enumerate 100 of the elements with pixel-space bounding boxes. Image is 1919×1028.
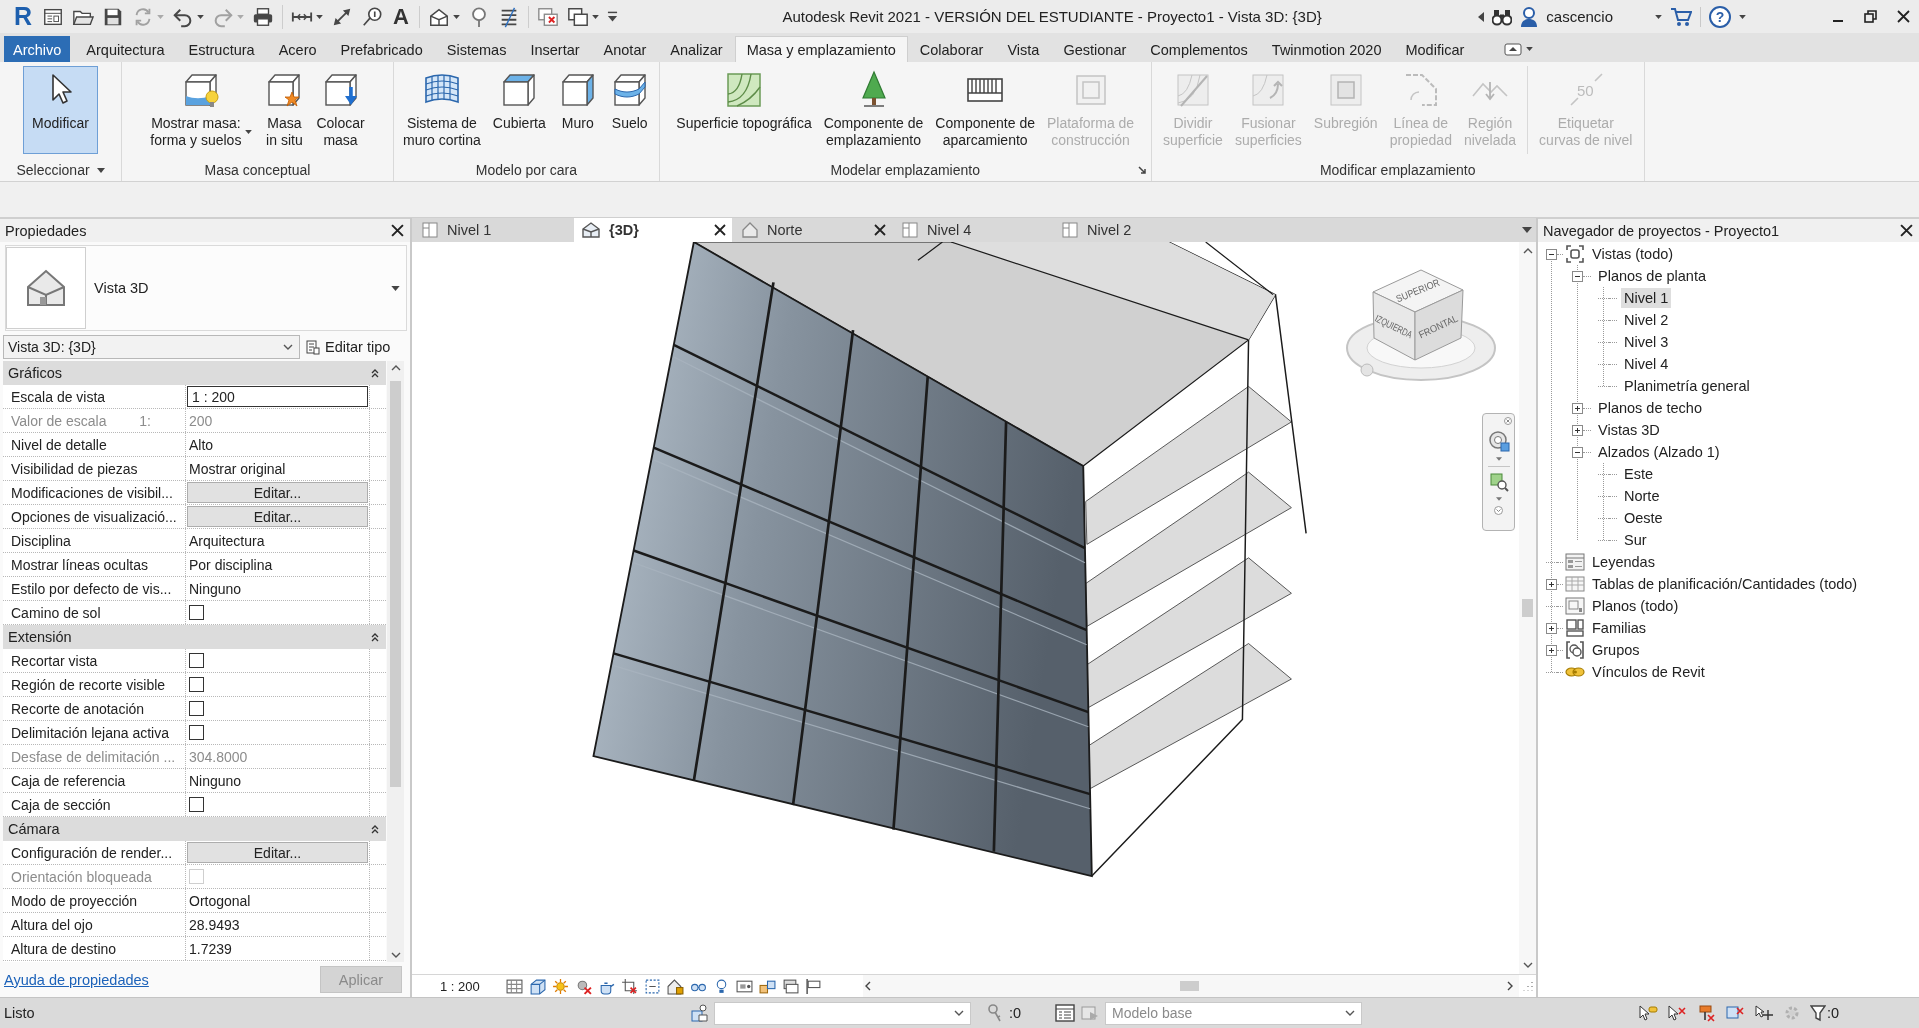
cursor-face-icon[interactable] bbox=[1724, 1004, 1745, 1022]
ribbon-tab[interactable]: Acero bbox=[266, 36, 329, 62]
stack-icon[interactable] bbox=[781, 977, 799, 995]
ribbon-tab[interactable]: Twinmotion 2020 bbox=[1259, 36, 1394, 62]
chevron-down-icon[interactable] bbox=[1522, 962, 1533, 968]
chevron-right-icon[interactable] bbox=[1507, 981, 1513, 991]
tree-item[interactable]: Norte bbox=[1621, 486, 1663, 506]
checkbox[interactable] bbox=[189, 653, 204, 668]
close-icon[interactable] bbox=[391, 224, 404, 237]
text-tool-button[interactable]: A bbox=[391, 4, 411, 29]
minus-box-icon[interactable] bbox=[1546, 248, 1557, 260]
plus-box-icon[interactable] bbox=[1546, 622, 1557, 634]
tag-icon[interactable] bbox=[361, 5, 384, 28]
windows-icon[interactable] bbox=[566, 5, 589, 28]
ribbon-tab[interactable]: Vista bbox=[995, 36, 1052, 62]
checkbox[interactable] bbox=[189, 677, 204, 692]
ribbon-tab[interactable]: Masa y emplazamiento bbox=[734, 36, 908, 62]
app-logo[interactable]: R bbox=[12, 3, 35, 30]
tree-item[interactable]: Tablas de planificación/Cantidades (todo) bbox=[1589, 574, 1861, 594]
flag-icon[interactable] bbox=[804, 977, 822, 995]
workset-icon[interactable] bbox=[690, 1003, 708, 1023]
plus-box-icon[interactable] bbox=[1546, 578, 1557, 590]
move-cursor-icon[interactable] bbox=[1753, 1004, 1774, 1022]
ribbon-button[interactable]: Masa in situ bbox=[259, 66, 310, 154]
caret-icon[interactable] bbox=[1522, 227, 1532, 233]
caret-icon[interactable] bbox=[591, 14, 599, 19]
chevron-up-icon[interactable] bbox=[1522, 248, 1533, 254]
plus-box-icon[interactable] bbox=[1546, 644, 1557, 656]
scroll-thumb[interactable] bbox=[1522, 599, 1533, 617]
tree-item[interactable]: Planos de techo bbox=[1595, 398, 1705, 418]
collapse-icon[interactable] bbox=[371, 824, 379, 834]
user-icon[interactable] bbox=[1520, 6, 1539, 27]
collapse-icon[interactable] bbox=[371, 368, 379, 378]
caret-icon[interactable] bbox=[245, 130, 253, 134]
ribbon-tab[interactable]: Complementos bbox=[1138, 36, 1260, 62]
caret-icon[interactable] bbox=[1495, 497, 1502, 501]
tree-item[interactable]: Grupos bbox=[1589, 640, 1643, 660]
steering-wheel-icon[interactable] bbox=[1487, 430, 1510, 452]
window-list-icon[interactable] bbox=[1055, 1004, 1076, 1022]
tree-item[interactable]: Sur bbox=[1621, 530, 1650, 550]
filter-icon[interactable] bbox=[1809, 1004, 1826, 1022]
tree-item[interactable]: Planimetría general bbox=[1621, 376, 1753, 396]
horizontal-scrollbar[interactable] bbox=[863, 975, 1519, 997]
ribbon-tab[interactable]: Anotar bbox=[591, 36, 659, 62]
ribbon-button[interactable]: Modificar bbox=[23, 66, 98, 154]
scroll-thumb[interactable] bbox=[1179, 981, 1199, 991]
hatch-grid-icon[interactable] bbox=[505, 977, 523, 995]
checkbox[interactable] bbox=[189, 701, 204, 716]
ribbon-tab[interactable]: Analizar bbox=[658, 36, 735, 62]
chevron-down-icon[interactable] bbox=[954, 1010, 964, 1016]
view-tab[interactable]: Norte bbox=[734, 218, 892, 242]
ribbon-button[interactable]: Cubierta bbox=[487, 66, 551, 154]
crop-region-icon[interactable] bbox=[643, 977, 661, 995]
checkbox[interactable] bbox=[189, 797, 204, 812]
ribbon-button[interactable]: Sistema de muro cortina bbox=[398, 66, 486, 154]
chevron-down-icon[interactable] bbox=[390, 952, 401, 958]
ribbon-tab[interactable]: Insertar bbox=[518, 36, 592, 62]
ribbon-tab[interactable]: Modificar bbox=[1393, 36, 1477, 62]
ribbon-tab[interactable]: Arquitectura bbox=[74, 36, 177, 62]
tree-item[interactable]: Nivel 2 bbox=[1621, 310, 1672, 330]
scroll-thumb[interactable] bbox=[390, 381, 401, 787]
ribbon-tab[interactable]: Estructura bbox=[176, 36, 267, 62]
vertical-scrollbar[interactable] bbox=[387, 361, 404, 962]
tree-item[interactable]: Planos (todo) bbox=[1589, 596, 1682, 616]
view-scale[interactable]: 1 : 200 bbox=[440, 978, 480, 994]
edit-button[interactable]: Editar... bbox=[187, 842, 368, 863]
caret-icon[interactable] bbox=[391, 285, 400, 291]
property-input[interactable]: 1 : 200 bbox=[187, 386, 368, 407]
options-icon[interactable] bbox=[1494, 506, 1503, 515]
ribbon-button[interactable]: Colocar masa bbox=[311, 66, 370, 154]
caret-icon[interactable] bbox=[1655, 14, 1662, 19]
checkbox[interactable] bbox=[189, 725, 204, 740]
close-windows-icon[interactable] bbox=[536, 5, 559, 28]
help-link[interactable]: Ayuda de propiedades bbox=[4, 971, 149, 988]
caret-icon[interactable] bbox=[1526, 47, 1534, 51]
instance-select[interactable]: Vista 3D: {3D} bbox=[3, 335, 300, 359]
ribbon-toggle-icon[interactable] bbox=[1504, 42, 1523, 56]
cube-icon[interactable] bbox=[528, 977, 546, 995]
plus-box-icon[interactable] bbox=[1572, 402, 1583, 414]
tree-item[interactable]: Familias bbox=[1589, 618, 1649, 638]
view-tab[interactable]: Nivel 2 bbox=[1054, 218, 1212, 242]
close-icon[interactable] bbox=[714, 224, 726, 236]
caret-icon[interactable] bbox=[452, 14, 460, 19]
ribbon-button[interactable]: Componente de emplazamiento bbox=[818, 66, 929, 154]
ribbon-tab[interactable]: Prefabricado bbox=[328, 36, 435, 62]
ribbon-tab[interactable]: Gestionar bbox=[1051, 36, 1139, 62]
view-tab[interactable]: {3D} bbox=[574, 218, 732, 242]
plus-box-icon[interactable] bbox=[1572, 424, 1583, 436]
key-icon[interactable] bbox=[987, 1003, 1003, 1023]
type-selector[interactable]: Vista 3D bbox=[5, 245, 407, 331]
caret-icon[interactable] bbox=[96, 167, 105, 173]
minus-box-icon[interactable] bbox=[1572, 270, 1583, 282]
checkbox[interactable] bbox=[189, 605, 204, 620]
sun-icon[interactable] bbox=[551, 977, 569, 995]
cart-icon[interactable] bbox=[1670, 6, 1692, 27]
ribbon-tab[interactable]: Colaborar bbox=[907, 36, 996, 62]
cursor-link-icon[interactable] bbox=[1637, 1004, 1658, 1022]
ribbon-tab[interactable]: Sistemas bbox=[434, 36, 519, 62]
chevron-down-icon[interactable] bbox=[283, 344, 293, 350]
help-button[interactable]: ? bbox=[1709, 5, 1731, 28]
